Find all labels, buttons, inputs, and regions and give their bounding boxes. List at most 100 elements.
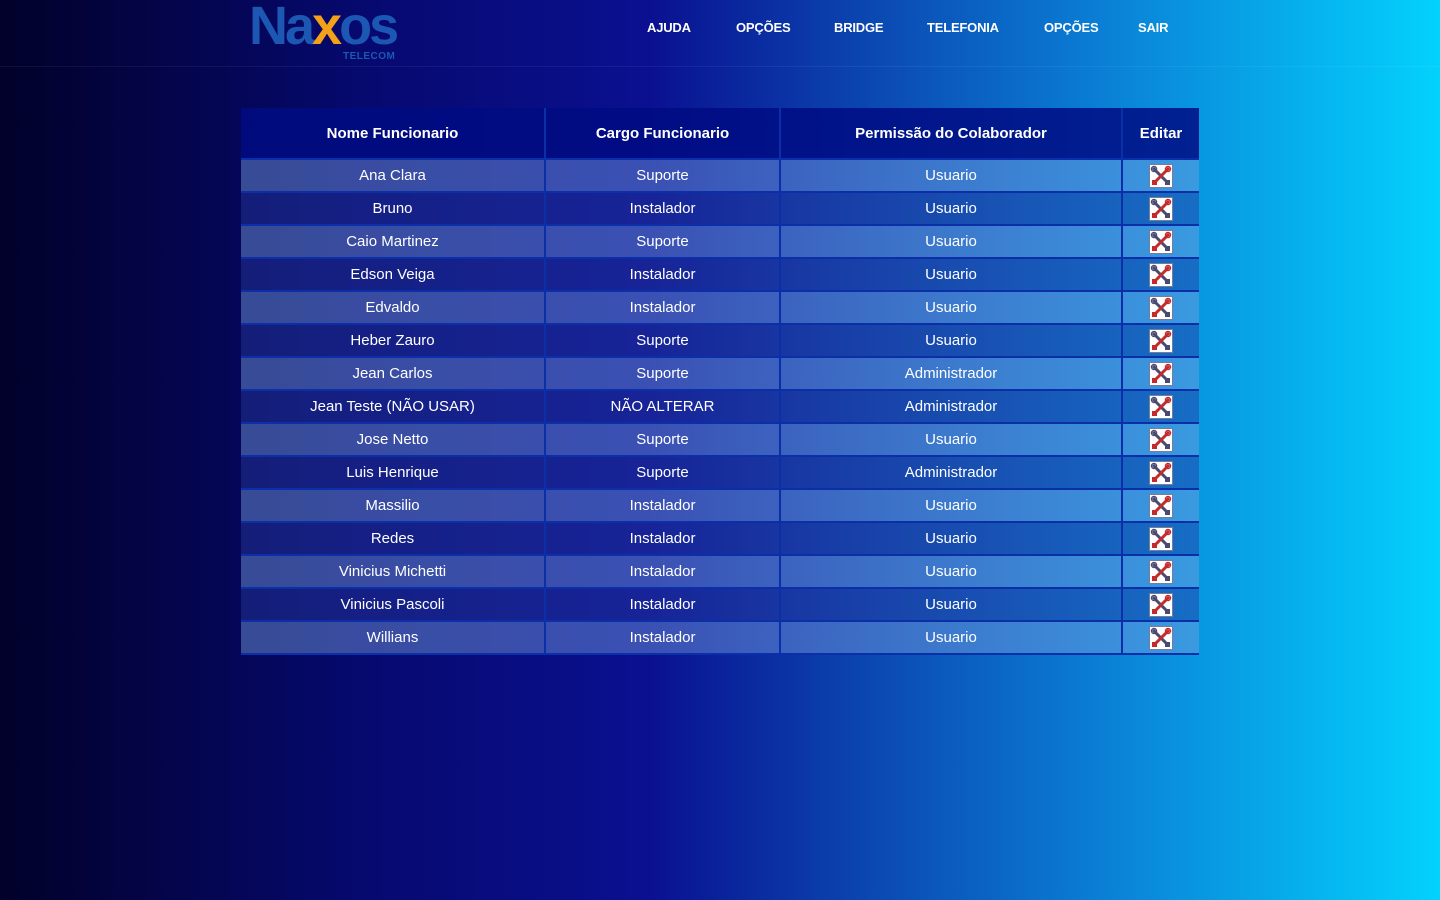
- cell-editar: [1123, 424, 1199, 457]
- cell-permissao: Usuario: [781, 523, 1123, 556]
- cell-editar: [1123, 490, 1199, 523]
- cell-permissao: Usuario: [781, 490, 1123, 523]
- header-permissao-colaborador: Permissão do Colaborador: [781, 108, 1123, 160]
- table-row: Edvaldo Instalador Usuario: [241, 292, 1199, 325]
- tools-icon[interactable]: [1149, 526, 1173, 551]
- cell-cargo: Suporte: [546, 160, 781, 193]
- cell-permissao: Usuario: [781, 325, 1123, 358]
- cell-permissao: Administrador: [781, 358, 1123, 391]
- tools-icon[interactable]: [1149, 262, 1173, 287]
- table-row: Vinicius Michetti Instalador Usuario: [241, 556, 1199, 589]
- cell-editar: [1123, 622, 1199, 655]
- table-row: Luis Henrique Suporte Administrador: [241, 457, 1199, 490]
- tools-icon[interactable]: [1149, 427, 1173, 452]
- cell-editar: [1123, 325, 1199, 358]
- cell-cargo: Instalador: [546, 193, 781, 226]
- cell-editar: [1123, 259, 1199, 292]
- cell-cargo: Instalador: [546, 259, 781, 292]
- cell-editar: [1123, 556, 1199, 589]
- cell-permissao: Usuario: [781, 292, 1123, 325]
- cell-cargo: Suporte: [546, 226, 781, 259]
- nav-bridge[interactable]: BRIDGE: [834, 20, 884, 35]
- employees-table: Nome Funcionario Cargo Funcionario Permi…: [241, 108, 1199, 655]
- cell-cargo: Suporte: [546, 325, 781, 358]
- header-nome-funcionario: Nome Funcionario: [241, 108, 546, 160]
- cell-permissao: Usuario: [781, 226, 1123, 259]
- cell-permissao: Usuario: [781, 193, 1123, 226]
- logo-subtitle: TELECOM: [343, 51, 396, 62]
- employees-table-container: Nome Funcionario Cargo Funcionario Permi…: [241, 108, 1199, 655]
- table-row: Jose Netto Suporte Usuario: [241, 424, 1199, 457]
- table-row: Massilio Instalador Usuario: [241, 490, 1199, 523]
- cell-cargo: Instalador: [546, 523, 781, 556]
- table-row: Edson Veiga Instalador Usuario: [241, 259, 1199, 292]
- cell-nome: Ana Clara: [241, 160, 546, 193]
- cell-permissao: Usuario: [781, 622, 1123, 655]
- table-row: Vinicius Pascoli Instalador Usuario: [241, 589, 1199, 622]
- cell-editar: [1123, 358, 1199, 391]
- cell-nome: Heber Zauro: [241, 325, 546, 358]
- cell-permissao: Usuario: [781, 556, 1123, 589]
- tools-icon[interactable]: [1149, 394, 1173, 419]
- table-row: Caio Martinez Suporte Usuario: [241, 226, 1199, 259]
- cell-nome: Massilio: [241, 490, 546, 523]
- tools-icon[interactable]: [1149, 592, 1173, 617]
- tools-icon[interactable]: [1149, 625, 1173, 650]
- cell-editar: [1123, 292, 1199, 325]
- table-row: Ana Clara Suporte Usuario: [241, 160, 1199, 193]
- logo-wordmark: Naxos: [249, 0, 399, 56]
- table-row: Redes Instalador Usuario: [241, 523, 1199, 556]
- cell-cargo: NÃO ALTERAR: [546, 391, 781, 424]
- cell-cargo: Instalador: [546, 589, 781, 622]
- cell-nome: Jean Carlos: [241, 358, 546, 391]
- naxos-telecom-logo[interactable]: Naxos TELECOM: [249, 0, 404, 64]
- cell-editar: [1123, 523, 1199, 556]
- table-body: Ana Clara Suporte Usuario Bruno Instalador Us…: [241, 160, 1199, 655]
- cell-cargo: Instalador: [546, 622, 781, 655]
- cell-permissao: Usuario: [781, 160, 1123, 193]
- cell-permissao: Usuario: [781, 259, 1123, 292]
- cell-editar: [1123, 193, 1199, 226]
- table-row: Jean Carlos Suporte Administrador: [241, 358, 1199, 391]
- nav-telefonia[interactable]: TELEFONIA: [927, 20, 999, 35]
- tools-icon[interactable]: [1149, 493, 1173, 518]
- tools-icon[interactable]: [1149, 163, 1173, 188]
- cell-cargo: Instalador: [546, 556, 781, 589]
- cell-cargo: Instalador: [546, 292, 781, 325]
- table-row: Bruno Instalador Usuario: [241, 193, 1199, 226]
- cell-nome: Jose Netto: [241, 424, 546, 457]
- tools-icon[interactable]: [1149, 229, 1173, 254]
- nav-sair[interactable]: SAIR: [1138, 20, 1168, 35]
- top-navigation-bar: Naxos TELECOM AJUDA OPÇÕES BRIDGE TELEFO…: [0, 0, 1440, 67]
- tools-icon[interactable]: [1149, 295, 1173, 320]
- cell-nome: Luis Henrique: [241, 457, 546, 490]
- cell-nome: Caio Martinez: [241, 226, 546, 259]
- cell-nome: Vinicius Michetti: [241, 556, 546, 589]
- header-editar: Editar: [1123, 108, 1199, 160]
- table-header-row: Nome Funcionario Cargo Funcionario Permi…: [241, 108, 1199, 160]
- table-row: Willians Instalador Usuario: [241, 622, 1199, 655]
- cell-cargo: Suporte: [546, 358, 781, 391]
- cell-permissao: Administrador: [781, 457, 1123, 490]
- nav-ajuda[interactable]: AJUDA: [647, 20, 691, 35]
- cell-nome: Vinicius Pascoli: [241, 589, 546, 622]
- cell-nome: Edson Veiga: [241, 259, 546, 292]
- tools-icon[interactable]: [1149, 196, 1173, 221]
- tools-icon[interactable]: [1149, 460, 1173, 485]
- tools-icon[interactable]: [1149, 559, 1173, 584]
- cell-cargo: Instalador: [546, 490, 781, 523]
- nav-opcoes[interactable]: OPÇÕES: [736, 20, 791, 35]
- cell-permissao: Usuario: [781, 424, 1123, 457]
- nav-opcoes-2[interactable]: OPÇÕES: [1044, 20, 1099, 35]
- tools-icon[interactable]: [1149, 328, 1173, 353]
- tools-icon[interactable]: [1149, 361, 1173, 386]
- cell-cargo: Suporte: [546, 457, 781, 490]
- cell-nome: Redes: [241, 523, 546, 556]
- cell-cargo: Suporte: [546, 424, 781, 457]
- cell-permissao: Usuario: [781, 589, 1123, 622]
- cell-nome: Willians: [241, 622, 546, 655]
- table-row: Heber Zauro Suporte Usuario: [241, 325, 1199, 358]
- cell-nome: Edvaldo: [241, 292, 546, 325]
- table-row: Jean Teste (NÃO USAR) NÃO ALTERAR Administ…: [241, 391, 1199, 424]
- cell-nome: Bruno: [241, 193, 546, 226]
